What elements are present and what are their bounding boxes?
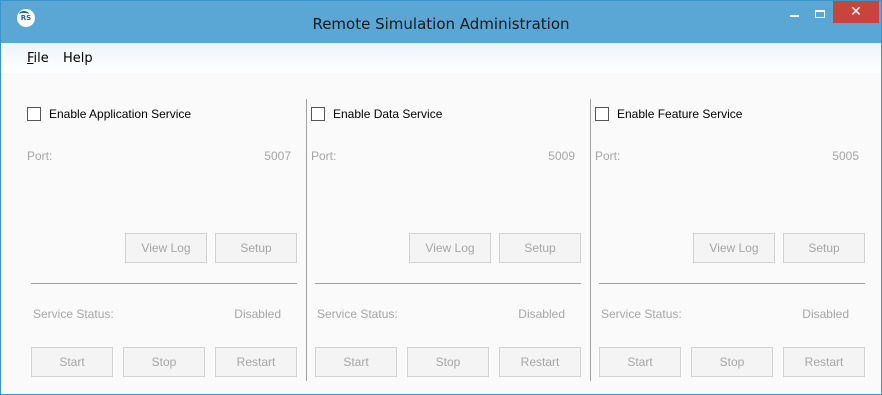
service-status-value: Disabled [518, 307, 565, 321]
service-status-value: Disabled [234, 307, 281, 321]
service-status-label: Service Status: [317, 307, 398, 321]
separator [599, 283, 865, 284]
port-label: Port: [595, 149, 621, 163]
close-button[interactable]: ✕ [833, 1, 879, 23]
stop-button[interactable]: Stop [123, 347, 205, 377]
menu-help[interactable]: Help [63, 51, 93, 66]
checkbox-box[interactable] [311, 107, 325, 121]
checkbox-box[interactable] [595, 107, 609, 121]
service-status-label: Service Status: [33, 307, 114, 321]
view-log-button[interactable]: View Log [693, 233, 775, 263]
maximize-icon [815, 10, 825, 18]
enable-application-service-checkbox[interactable]: Enable Application Service [27, 107, 191, 121]
menu-file[interactable]: File [27, 51, 49, 66]
separator [315, 283, 581, 284]
stop-button[interactable]: Stop [691, 347, 773, 377]
setup-button[interactable]: Setup [783, 233, 865, 263]
application-service-panel: Enable Application Service Port: 5007 Vi… [27, 97, 305, 383]
restart-button[interactable]: Restart [783, 347, 865, 377]
port-value: 5005 [832, 149, 859, 163]
port-value: 5007 [264, 149, 291, 163]
setup-button[interactable]: Setup [215, 233, 297, 263]
setup-button[interactable]: Setup [499, 233, 581, 263]
checkbox-box[interactable] [27, 107, 41, 121]
close-icon: ✕ [850, 4, 862, 20]
port-label: Port: [311, 149, 337, 163]
menu-file-label: ile [33, 51, 49, 66]
data-service-panel: Enable Data Service Port: 5009 View Log … [311, 97, 589, 383]
restart-button[interactable]: Restart [215, 347, 297, 377]
panel-divider [590, 99, 591, 381]
port-value: 5009 [548, 149, 575, 163]
checkbox-label: Enable Feature Service [617, 107, 743, 121]
maximize-button[interactable] [807, 1, 833, 27]
minimize-button[interactable] [781, 1, 807, 27]
port-label: Port: [27, 149, 53, 163]
start-button[interactable]: Start [599, 347, 681, 377]
minimize-icon [789, 15, 799, 17]
app-window: RS Remote Simulation Administration ✕ Fi… [0, 0, 882, 395]
title-bar[interactable]: RS Remote Simulation Administration ✕ [1, 1, 881, 43]
feature-service-panel: Enable Feature Service Port: 5005 View L… [595, 97, 873, 383]
panel-divider [306, 99, 307, 381]
checkbox-label: Enable Data Service [333, 107, 443, 121]
enable-data-service-checkbox[interactable]: Enable Data Service [311, 107, 442, 121]
start-button[interactable]: Start [31, 347, 113, 377]
restart-button[interactable]: Restart [499, 347, 581, 377]
view-log-button[interactable]: View Log [125, 233, 207, 263]
checkbox-label: Enable Application Service [49, 107, 192, 121]
menu-bar: File Help [1, 43, 881, 73]
start-button[interactable]: Start [315, 347, 397, 377]
enable-feature-service-checkbox[interactable]: Enable Feature Service [595, 107, 742, 121]
service-status-value: Disabled [802, 307, 849, 321]
service-status-label: Service Status: [601, 307, 682, 321]
window-title: Remote Simulation Administration [312, 15, 570, 33]
stop-button[interactable]: Stop [407, 347, 489, 377]
view-log-button[interactable]: View Log [409, 233, 491, 263]
separator [31, 283, 297, 284]
